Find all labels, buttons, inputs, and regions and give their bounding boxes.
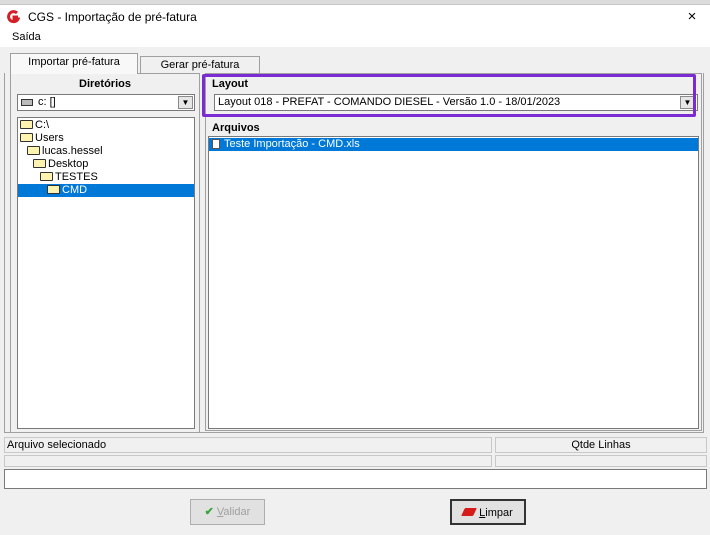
folder-icon: [33, 159, 46, 168]
drive-value: c: []: [38, 96, 56, 108]
drive-select[interactable]: c: [] ▼: [17, 94, 195, 111]
selected-file-value: [4, 455, 492, 467]
dropdown-arrow-icon[interactable]: ▼: [178, 96, 193, 109]
file-icon: [212, 139, 220, 149]
import-prefatura-window: CGS - Importação de pré-fatura × Saída I…: [0, 4, 710, 535]
directories-header: Diretórios: [79, 78, 131, 90]
folder-icon: [47, 185, 60, 194]
tree-item-cmd[interactable]: CMD: [18, 184, 194, 197]
layout-highlight-frame: [202, 74, 696, 117]
app-logo-icon: [7, 10, 20, 24]
files-list[interactable]: Teste Importação - CMD.xls: [208, 136, 699, 429]
tree-item-label: lucas.hessel: [42, 145, 103, 157]
window-title: CGS - Importação de pré-fatura: [28, 10, 197, 24]
menu-bar: Saída: [0, 29, 710, 47]
selected-file-header: Arquivo selecionado: [4, 437, 492, 453]
file-name: Teste Importação - CMD.xls: [224, 138, 360, 150]
layout-files-panel: Layout Layout 018 - PREFAT - COMANDO DIE…: [205, 73, 702, 431]
tab-gerar-prefatura[interactable]: Gerar pré-fatura: [140, 56, 260, 74]
directories-panel: Diretórios c: [] ▼ C:\ Users lucas.hesse…: [10, 73, 200, 433]
tree-item-users[interactable]: Users: [18, 132, 194, 145]
folder-icon: [20, 133, 33, 142]
tree-item-testes[interactable]: TESTES: [18, 171, 174, 184]
check-icon: ✔: [204, 506, 214, 518]
folder-icon: [27, 146, 40, 155]
tree-item-label: CMD: [62, 184, 88, 196]
qtde-linhas-value: [495, 455, 707, 467]
limpar-button[interactable]: Limpar: [450, 499, 526, 525]
validar-button[interactable]: ✔ Validar: [190, 499, 265, 525]
files-label: Arquivos: [212, 122, 260, 134]
tree-item-label: TESTES: [55, 171, 98, 183]
qtde-linhas-header: Qtde Linhas: [495, 437, 707, 453]
title-bar: CGS - Importação de pré-fatura ×: [0, 5, 710, 29]
path-field: [4, 469, 707, 489]
tree-item-c[interactable]: C:\: [18, 119, 194, 132]
file-item[interactable]: Teste Importação - CMD.xls: [209, 138, 698, 151]
tab-importar-prefatura[interactable]: Importar pré-fatura: [10, 53, 138, 74]
tree-item-label: Users: [35, 132, 64, 144]
folder-icon: [20, 120, 33, 129]
tree-item-label: C:\: [35, 119, 50, 131]
folder-icon: [40, 172, 53, 181]
close-button[interactable]: ×: [680, 7, 704, 27]
menu-item-saida[interactable]: Saída: [12, 31, 41, 43]
drive-icon: [21, 99, 33, 106]
tree-item-desktop[interactable]: Desktop: [18, 158, 181, 171]
eraser-icon: [461, 508, 478, 516]
limpar-label: impar: [485, 507, 513, 519]
validar-label: alidar: [223, 506, 251, 518]
tree-item-label: Desktop: [48, 158, 89, 170]
directory-tree[interactable]: C:\ Users lucas.hessel Desktop TESTES CM…: [17, 117, 195, 429]
tree-item-lucas-hessel[interactable]: lucas.hessel: [18, 145, 187, 158]
close-icon: ×: [687, 8, 697, 25]
